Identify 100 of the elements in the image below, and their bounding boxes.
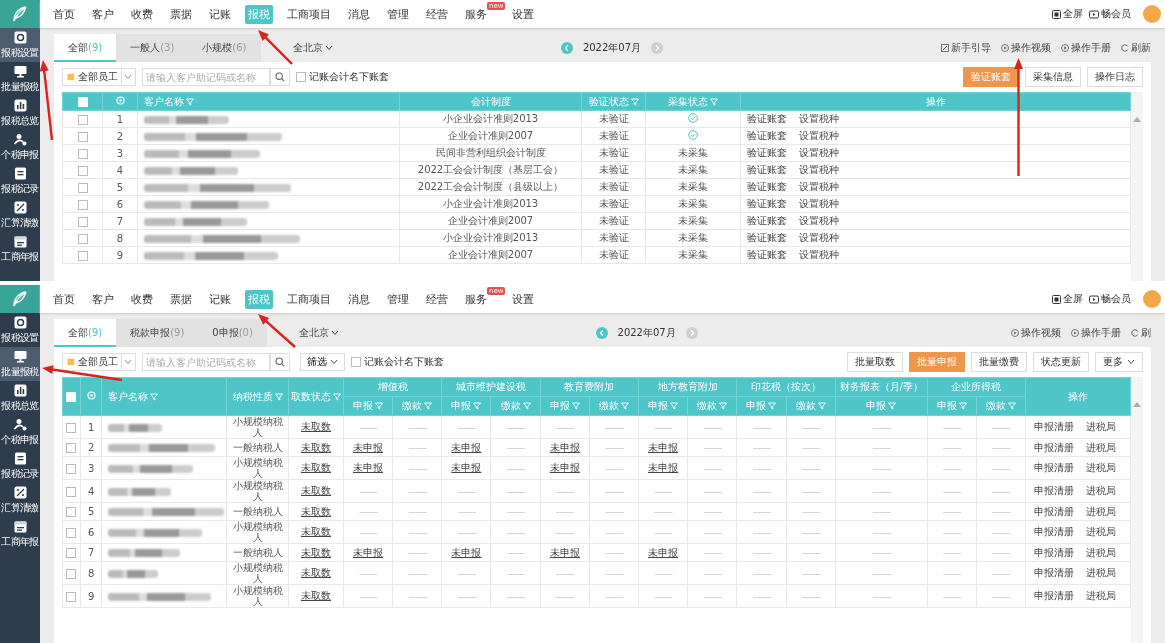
operation-link[interactable]: 设置税种 — [799, 147, 839, 158]
row-checkbox[interactable] — [77, 114, 88, 125]
scroll-up-icon[interactable] — [1133, 401, 1141, 407]
row-checkbox[interactable] — [77, 131, 88, 142]
staff-select[interactable]: 全部员工 — [62, 353, 136, 371]
row-checkbox[interactable] — [66, 548, 77, 558]
tab[interactable]: 小规模(6) — [188, 34, 261, 62]
sidebar-item[interactable]: 个税申报 — [0, 130, 40, 164]
operation-link[interactable]: 申报清册 — [1034, 485, 1074, 496]
operation-link[interactable]: 设置税种 — [799, 215, 839, 226]
filter-icon[interactable] — [710, 97, 718, 106]
tab[interactable]: 税款申报(9) — [116, 319, 199, 347]
nav-item[interactable]: 收费 — [128, 289, 156, 309]
sidebar-item[interactable]: 汇算清缴 — [0, 483, 40, 517]
nav-item[interactable]: 消息 — [345, 4, 373, 24]
operation-link[interactable]: 进税局 — [1086, 526, 1116, 537]
operation-link[interactable]: 验证账套 — [747, 164, 787, 175]
prev-month-button[interactable] — [560, 42, 573, 54]
operation-link[interactable]: 申报清册 — [1034, 441, 1074, 453]
manual-link[interactable]: 操作手册 — [1071, 326, 1121, 340]
operation-link[interactable]: 申报清册 — [1034, 546, 1074, 558]
operation-link[interactable]: 验证账套 — [747, 249, 787, 260]
operation-link[interactable]: 进税局 — [1086, 567, 1116, 578]
region-select[interactable]: 全北京 — [286, 40, 339, 56]
operation-link[interactable]: 验证账套 — [747, 232, 787, 243]
row-checkbox[interactable] — [66, 568, 77, 579]
row-checkbox[interactable] — [66, 527, 77, 538]
operation-link[interactable]: 验证账套 — [747, 198, 787, 209]
operation-link[interactable]: 申报清册 — [1034, 526, 1074, 537]
operation-link[interactable]: 进税局 — [1086, 546, 1116, 558]
search-field[interactable]: 请输入客户助记码或名称 — [142, 68, 270, 86]
nav-item[interactable]: 客户 — [89, 289, 117, 309]
operation-link[interactable]: 进税局 — [1086, 485, 1116, 496]
scrollbar[interactable] — [1131, 92, 1143, 281]
sidebar-item[interactable]: 工商年报 — [0, 517, 40, 551]
sidebar-item[interactable]: 报税记录 — [0, 164, 40, 198]
row-checkbox[interactable] — [66, 591, 77, 602]
nav-item[interactable]: 经营 — [423, 4, 451, 24]
search-button[interactable] — [270, 353, 290, 371]
sidebar-item[interactable]: 报税设置 — [0, 313, 40, 347]
filter-icon[interactable] — [186, 97, 194, 106]
operation-link[interactable]: 申报清册 — [1034, 505, 1074, 517]
avatar[interactable] — [1143, 5, 1161, 23]
manual-link[interactable]: 操作手册 — [1061, 41, 1111, 55]
filter-icon[interactable] — [571, 402, 580, 410]
operation-link[interactable]: 设置税种 — [799, 198, 839, 209]
operation-link[interactable]: 申报清册 — [1034, 421, 1074, 432]
nav-item[interactable]: 工商项目 — [284, 4, 334, 24]
tab[interactable]: 0申报(0) — [198, 319, 267, 347]
filter-icon[interactable] — [522, 402, 531, 410]
row-checkbox[interactable] — [66, 422, 77, 433]
sidebar-item[interactable]: 工商年报 — [0, 232, 40, 266]
nav-item[interactable]: 工商项目 — [284, 289, 334, 309]
scrollbar[interactable] — [1131, 377, 1143, 643]
checkbox[interactable] — [351, 357, 361, 367]
row-checkbox[interactable] — [77, 148, 88, 159]
operation-link[interactable]: 设置税种 — [799, 181, 839, 192]
row-checkbox[interactable] — [77, 182, 88, 193]
row-checkbox[interactable] — [66, 507, 77, 517]
filter-icon[interactable] — [958, 402, 967, 410]
nav-item[interactable]: 记账 — [206, 289, 234, 309]
search-button[interactable] — [270, 68, 290, 86]
operation-link[interactable]: 验证账套 — [747, 181, 787, 192]
operation-link[interactable]: 验证账套 — [747, 130, 787, 141]
scroll-up-icon[interactable] — [1133, 116, 1141, 122]
fullscreen-button[interactable]: 全屏 — [1052, 7, 1083, 21]
nav-item[interactable]: 票据 — [167, 4, 195, 24]
operation-link[interactable]: 进税局 — [1086, 441, 1116, 453]
app-logo[interactable] — [0, 285, 40, 313]
filter-icon[interactable] — [332, 392, 341, 401]
filter-icon[interactable] — [473, 402, 482, 410]
nav-item[interactable]: 票据 — [167, 289, 195, 309]
fullscreen-button[interactable]: 全屏 — [1052, 292, 1083, 306]
row-checkbox[interactable] — [77, 165, 88, 176]
nav-item[interactable]: 记账 — [206, 4, 234, 24]
sidebar-item[interactable]: 报税设置 — [0, 28, 40, 62]
operation-link[interactable]: 进税局 — [1086, 421, 1116, 432]
video-link[interactable]: 操作视频 — [1001, 41, 1051, 55]
filter-icon[interactable] — [768, 402, 777, 410]
filter-icon[interactable] — [274, 392, 283, 401]
row-checkbox[interactable] — [66, 463, 77, 474]
filter-icon[interactable] — [817, 402, 826, 410]
operation-link[interactable]: 设置税种 — [799, 130, 839, 141]
operation-link[interactable]: 申报清册 — [1034, 590, 1074, 601]
action-button[interactable]: 批量缴费 — [971, 352, 1027, 372]
checkbox[interactable] — [296, 72, 306, 82]
nav-item[interactable]: 经营 — [423, 289, 451, 309]
tab[interactable]: 全部(9) — [54, 319, 117, 347]
sidebar-item[interactable]: 汇算清缴 — [0, 198, 40, 232]
operation-link[interactable]: 设置税种 — [799, 113, 839, 124]
staff-select[interactable]: 全部员工 — [62, 68, 136, 86]
select-all-checkbox[interactable] — [77, 97, 88, 107]
row-checkbox[interactable] — [77, 199, 88, 210]
filter-icon[interactable] — [1007, 402, 1016, 410]
operation-link[interactable]: 进税局 — [1086, 462, 1116, 473]
select-all-checkbox[interactable] — [66, 392, 77, 402]
operation-link[interactable]: 进税局 — [1086, 505, 1116, 517]
row-checkbox[interactable] — [66, 486, 77, 497]
action-button[interactable]: 状态更新 — [1033, 352, 1089, 372]
action-button[interactable]: 采集信息 — [1025, 67, 1081, 87]
